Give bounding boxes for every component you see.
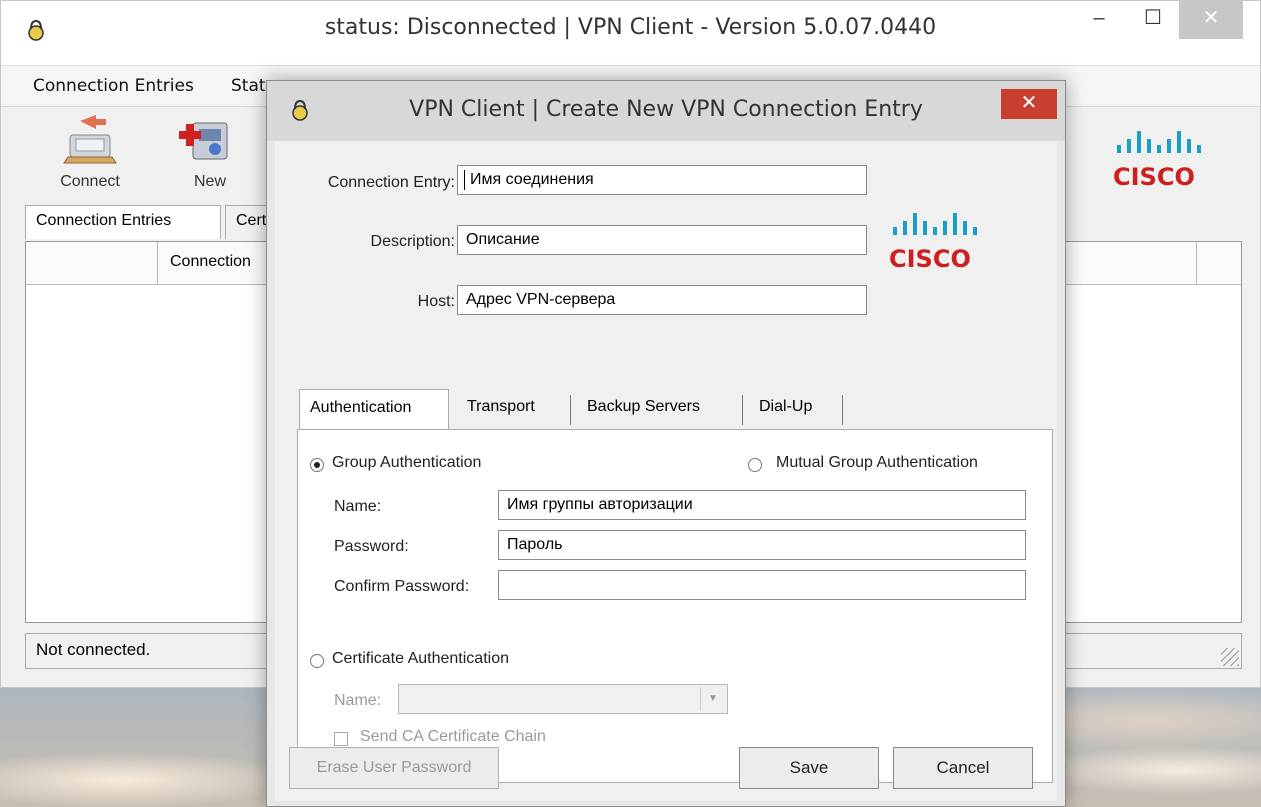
group-name-label: Name: [334,498,382,515]
connect-button[interactable]: Connect [45,107,135,199]
minimize-button[interactable]: – [1075,1,1123,39]
menu-status[interactable]: Stat [231,76,266,96]
group-name-input[interactable]: Имя группы авторизации [498,490,1026,520]
cisco-logo: CISCO [1113,131,1201,191]
password-label: Password: [334,538,409,555]
connection-entry-value: Имя соединения [470,171,594,188]
send-ca-checkbox[interactable] [334,732,348,746]
menu-connection-entries[interactable]: Connection Entries [33,76,194,96]
authentication-panel: Group Authentication Mutual Group Authen… [297,429,1053,783]
send-ca-label: Send CA Certificate Chain [360,728,546,745]
chevron-down-icon[interactable]: ▼ [700,687,725,711]
new-label: New [193,173,226,190]
connection-entry-label: Connection Entry: [327,174,455,191]
dialog-close-button[interactable]: ✕ [1001,89,1057,119]
tab-authentication[interactable]: Authentication [299,389,449,431]
create-connection-dialog: VPN Client | Create New VPN Connection E… [266,80,1066,807]
confirm-password-input[interactable] [498,570,1026,600]
password-input[interactable]: Пароль [498,530,1026,560]
new-button[interactable]: New [165,107,255,199]
new-entry-icon [179,122,228,160]
main-window-title: status: Disconnected | VPN Client - Vers… [324,15,937,40]
dialog-body: Connection Entry: Имя соединения Descrip… [275,141,1057,801]
host-label: Host: [417,293,455,310]
text-cursor [464,170,465,190]
confirm-password-label: Confirm Password: [334,578,470,595]
connect-label: Connect [60,173,120,190]
save-button[interactable]: Save [739,747,879,789]
cert-auth-radio[interactable] [310,654,324,668]
main-titlebar[interactable]: status: Disconnected | VPN Client - Vers… [1,1,1260,65]
list-col-connection[interactable]: Connection [158,242,278,284]
mutual-auth-radio[interactable] [748,458,762,472]
connection-entry-input[interactable]: Имя соединения [457,165,867,195]
resize-grip[interactable] [1221,648,1239,666]
description-input[interactable]: Описание [457,225,867,255]
description-label: Description: [370,233,455,250]
cisco-wordmark: CISCO [889,245,971,273]
tab-transport[interactable]: Transport [457,389,571,429]
list-col-end[interactable] [1196,242,1241,284]
cisco-logo: CISCO [889,213,977,273]
host-input[interactable]: Адрес VPN-сервера [457,285,867,315]
status-text: Not connected. [36,640,151,659]
cert-auth-label[interactable]: Certificate Authentication [332,650,509,668]
dialog-title: VPN Client | Create New VPN Connection E… [409,97,923,122]
tab-dial-up[interactable]: Dial-Up [749,389,843,429]
maximize-button[interactable]: ☐ [1129,1,1177,39]
mutual-auth-label[interactable]: Mutual Group Authentication [776,454,978,472]
erase-password-button[interactable]: Erase User Password [289,747,499,789]
dialog-titlebar[interactable]: VPN Client | Create New VPN Connection E… [267,81,1065,141]
cert-name-label: Name: [334,692,382,709]
tab-backup-servers[interactable]: Backup Servers [577,389,743,429]
cert-name-select[interactable]: ▼ [398,684,728,714]
tab-connection-entries[interactable]: Connection Entries [25,205,221,239]
close-button[interactable]: ✕ [1179,1,1243,39]
list-col-status[interactable] [26,242,158,284]
connect-icon [63,115,117,164]
group-auth-radio[interactable] [310,458,324,472]
cisco-wordmark: CISCO [1113,163,1195,191]
cancel-button[interactable]: Cancel [893,747,1033,789]
group-auth-label[interactable]: Group Authentication [332,454,481,472]
